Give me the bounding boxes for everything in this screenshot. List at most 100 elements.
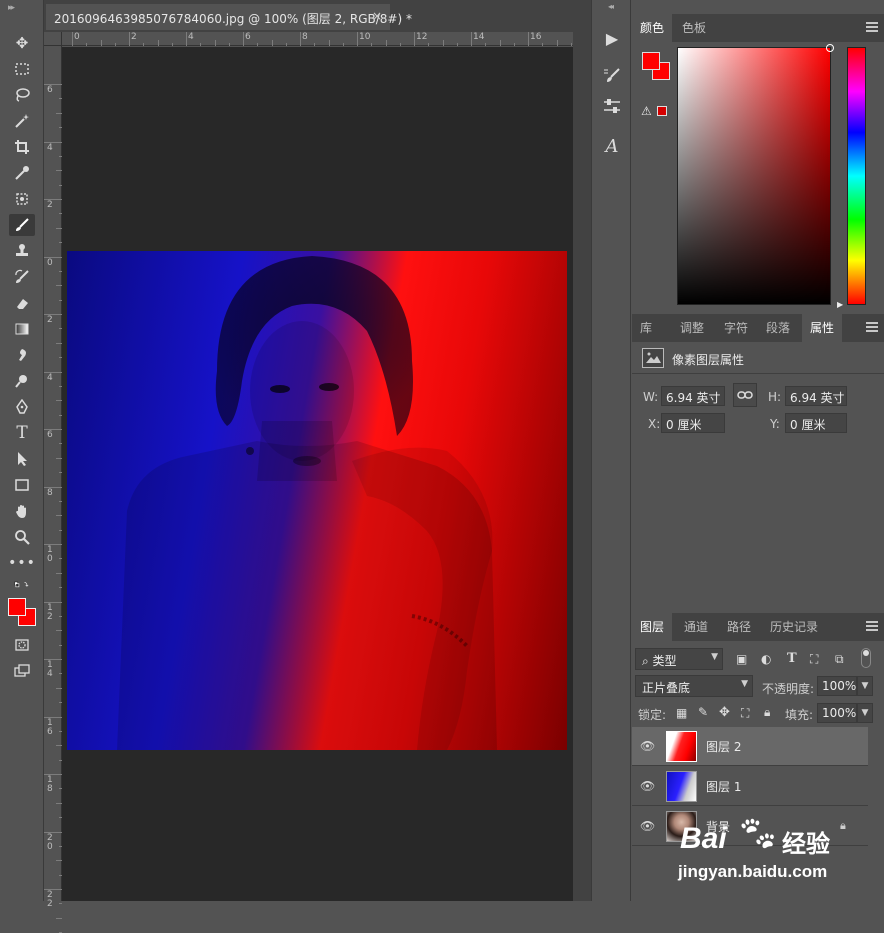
opacity-field[interactable]: 100% (817, 676, 857, 696)
lock-all-icon[interactable]: 🔒︎ (764, 705, 770, 720)
ruler-tick (44, 199, 62, 200)
tab-paths[interactable]: 路径 (719, 613, 759, 641)
ruler-tick (414, 32, 415, 46)
document-image[interactable] (67, 251, 567, 750)
magic-wand-tool-icon[interactable] (9, 110, 35, 132)
filter-type-icon[interactable]: T (787, 651, 797, 666)
ruler-minor-tick (556, 40, 558, 46)
brush-tool-icon[interactable] (9, 214, 35, 236)
dodge-tool-icon[interactable] (9, 370, 35, 392)
smudge-tool-icon[interactable] (9, 344, 35, 366)
filter-shape-icon[interactable]: ⛶ (810, 652, 818, 667)
pen-tool-icon[interactable] (9, 396, 35, 418)
ruler-label: 1 8 (47, 775, 53, 794)
ruler-tick (44, 429, 62, 430)
zoom-tool-icon[interactable] (9, 526, 35, 548)
tab-swatches[interactable]: 色板 (674, 14, 714, 42)
horizontal-ruler: 0 2 4 6 8 10 12 14 16 (62, 32, 573, 46)
foreground-color-swatch[interactable] (8, 598, 26, 616)
tab-color[interactable]: 颜色 (632, 14, 673, 42)
filter-pixel-icon[interactable]: ▣ (736, 652, 747, 666)
panel-menu-icon[interactable] (866, 322, 878, 332)
ruler-label: 16 (530, 32, 542, 42)
gamut-color-swatch[interactable] (657, 106, 667, 116)
ruler-label: 2 (47, 200, 53, 210)
tab-adjustments[interactable]: 调整 (672, 314, 712, 342)
foreground-color-swatch[interactable] (642, 52, 660, 70)
tab-properties[interactable]: 属性 (802, 314, 843, 342)
link-dimensions-icon[interactable] (733, 383, 757, 407)
ruler-tick (186, 32, 187, 46)
eyedropper-tool-icon[interactable] (9, 162, 35, 184)
type-tool-icon[interactable]: T (9, 422, 35, 444)
rectangle-tool-icon[interactable] (9, 474, 35, 496)
lock-artboard-icon[interactable]: ⛶ (741, 706, 749, 721)
tab-libraries[interactable]: 库 (632, 314, 660, 342)
patch-tool-icon[interactable] (9, 188, 35, 210)
swap-colors-icon[interactable] (9, 578, 35, 592)
lasso-tool-icon[interactable] (9, 84, 35, 106)
more-tools-icon[interactable]: ••• (8, 552, 35, 574)
hue-slider[interactable] (847, 47, 866, 305)
layer-row[interactable]: 👁︎ 图层 1 (632, 767, 868, 806)
tab-channels[interactable]: 通道 (676, 613, 716, 641)
color-field[interactable] (677, 44, 834, 305)
panel-menu-icon[interactable] (866, 621, 878, 631)
filter-adjustment-icon[interactable]: ◐ (761, 652, 771, 666)
blend-mode-select[interactable]: 正片叠底 ▼ (635, 675, 753, 697)
move-tool-icon[interactable]: ✥ (9, 32, 35, 54)
panel-menu-icon[interactable] (866, 22, 878, 32)
x-label: X: (648, 417, 661, 431)
filter-toggle[interactable] (861, 648, 871, 668)
marquee-tool-icon[interactable] (9, 58, 35, 80)
brush-settings-icon[interactable] (598, 64, 626, 88)
document-tab[interactable]: 20160964639850767840​60.jpg @ 100% (图层 2… (46, 4, 412, 30)
portrait-silhouette (117, 256, 497, 750)
actions-play-icon[interactable]: ▶ (598, 26, 626, 50)
hand-tool-icon[interactable] (9, 500, 35, 522)
layer-name: 图层 1 (706, 780, 742, 794)
fill-dropdown-icon[interactable]: ▼ (857, 703, 873, 723)
ruler-label: 8 (47, 487, 53, 498)
lock-position-icon[interactable]: ✥ (719, 705, 730, 720)
ruler-label: 8 (302, 32, 308, 42)
gamut-warning-icon[interactable]: ⚠ (641, 104, 652, 118)
close-tab-icon[interactable]: × (372, 9, 382, 23)
history-brush-tool-icon[interactable] (9, 266, 35, 288)
layer-row[interactable]: 👁︎ 图层 2 (632, 727, 868, 766)
crop-tool-icon[interactable] (9, 136, 35, 158)
adjust-sliders-icon[interactable] (598, 94, 626, 118)
tab-paragraph[interactable]: 段落 (758, 314, 798, 342)
y-field[interactable]: 0 厘米 (785, 413, 847, 433)
opacity-dropdown-icon[interactable]: ▼ (857, 676, 873, 696)
stamp-tool-icon[interactable] (9, 240, 35, 262)
width-field[interactable]: 6.94 英寸 (661, 386, 725, 406)
screen-mode-icon[interactable] (9, 660, 35, 682)
x-field[interactable]: 0 厘米 (661, 413, 725, 433)
height-field[interactable]: 6.94 英寸 (785, 386, 847, 406)
visibility-eye-icon[interactable]: 👁︎ (640, 779, 655, 793)
path-select-tool-icon[interactable] (9, 448, 35, 470)
gradient-tool-icon[interactable] (9, 318, 35, 340)
properties-panel-tabs: 库 调整 字符 段落 属性 (632, 314, 884, 342)
ruler-label: 1 4 (47, 660, 53, 679)
tab-character[interactable]: 字符 (716, 314, 756, 342)
panel-grip-icon[interactable]: ▸▸ (8, 3, 15, 13)
lock-transparent-icon[interactable]: ▦ (676, 706, 687, 720)
layer-filter-select[interactable]: ⌕ 类型 ▼ (635, 648, 723, 670)
ruler-minor-tick (485, 43, 487, 46)
color-picker-cursor[interactable] (826, 44, 834, 52)
visibility-eye-icon[interactable]: 👁︎ (640, 819, 655, 833)
lock-pixels-icon[interactable]: ✎ (698, 705, 708, 719)
tab-layers[interactable]: 图层 (632, 613, 673, 641)
visibility-eye-icon[interactable]: 👁︎ (640, 739, 655, 753)
fill-field[interactable]: 100% (817, 703, 857, 723)
filter-smart-object-icon[interactable]: ⧉ (835, 652, 844, 667)
panel-grip-icon[interactable]: ◂◂ (608, 2, 614, 11)
character-panel-icon[interactable]: A (598, 134, 626, 158)
eraser-tool-icon[interactable] (9, 292, 35, 314)
quick-mask-icon[interactable] (9, 634, 35, 656)
tab-history[interactable]: 历史记录 (762, 613, 826, 641)
hue-slider-handle-icon[interactable]: ▶ (837, 300, 843, 309)
vertical-scrollbar[interactable] (573, 32, 591, 901)
